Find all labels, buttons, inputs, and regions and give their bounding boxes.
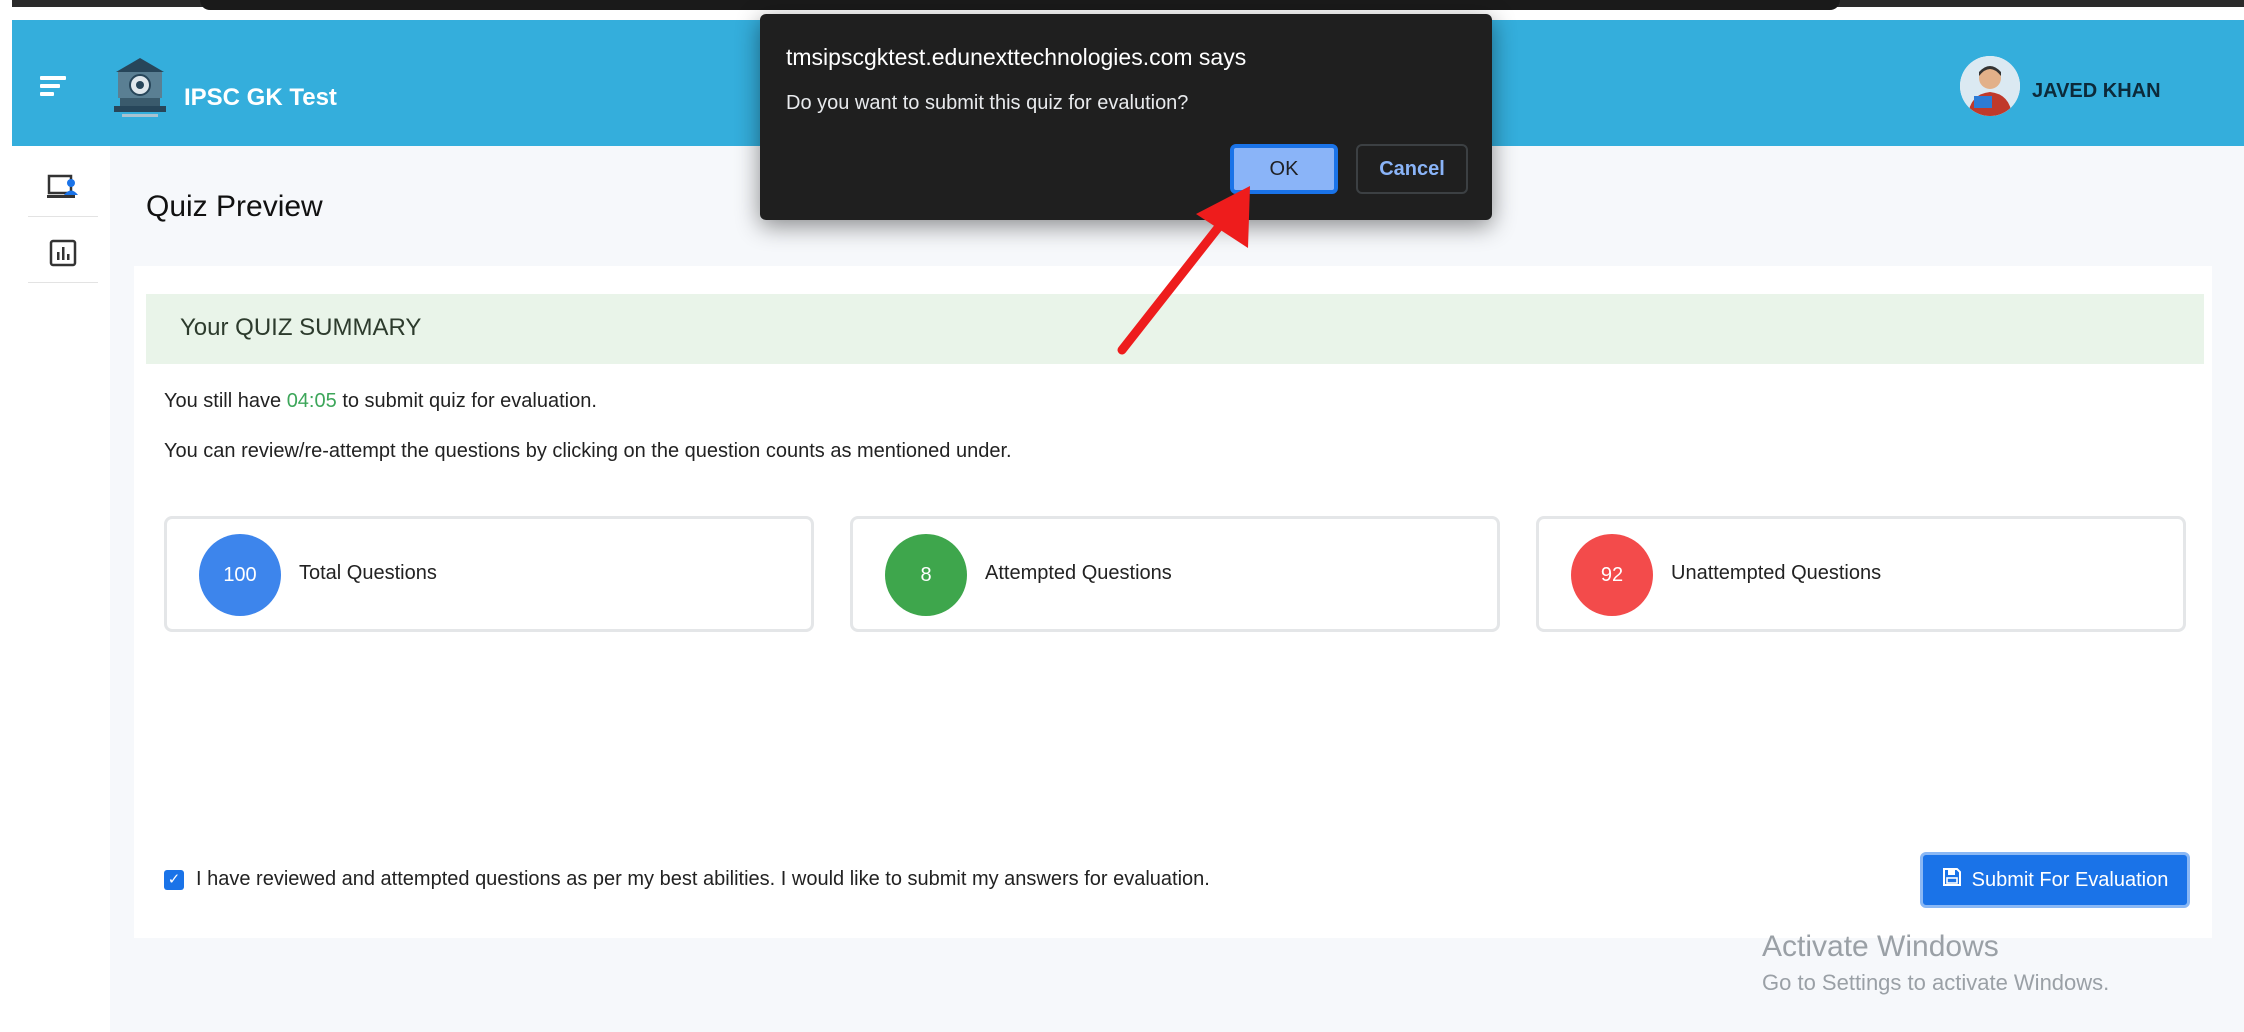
cancel-button[interactable]: Cancel	[1356, 144, 1468, 194]
time-prefix: You still have	[164, 390, 282, 412]
annotation-arrow-icon	[1100, 170, 1270, 360]
stat-count-total[interactable]: 100	[199, 534, 281, 616]
agree-checkbox[interactable]: ✓	[164, 869, 184, 890]
user-name: JAVED KHAN	[2032, 80, 2161, 102]
stat-label-attempted: Attempted Questions	[985, 562, 1172, 584]
stat-count-attempted[interactable]: 8	[885, 534, 967, 616]
page-title: Quiz Preview	[146, 190, 323, 223]
stat-count-unattempted[interactable]: 92	[1571, 534, 1653, 616]
browser-top-strip	[0, 0, 2244, 10]
review-instructions: You can review/re-attempt the questions …	[164, 440, 1012, 462]
side-rail	[12, 146, 110, 1032]
browser-address-bar-edge	[200, 0, 1840, 10]
summary-heading: Your QUIZ SUMMARY	[180, 314, 422, 341]
stat-label-total: Total Questions	[299, 562, 437, 584]
bar-chart-icon	[49, 239, 77, 272]
watermark-line1: Activate Windows	[1762, 930, 1999, 963]
stat-card-total[interactable]: 100 Total Questions	[164, 516, 814, 632]
sidebar-item-dashboard[interactable]	[28, 162, 98, 217]
submit-for-evaluation-button[interactable]: Submit For Evaluation	[1920, 852, 2190, 908]
agree-text: I have reviewed and attempted questions …	[196, 868, 1210, 890]
stat-card-attempted[interactable]: 8 Attempted Questions	[850, 516, 1500, 632]
save-icon	[1942, 867, 1962, 893]
dialog-origin: tmsipscgktest.edunexttechnologies.com sa…	[786, 44, 1247, 70]
user-avatar[interactable]	[1960, 56, 2020, 116]
hamburger-menu-icon[interactable]	[40, 76, 66, 96]
stat-label-unattempted: Unattempted Questions	[1671, 562, 1882, 584]
app-title: IPSC GK Test	[184, 84, 337, 111]
stat-card-unattempted[interactable]: 92 Unattempted Questions	[1536, 516, 2186, 632]
time-suffix: to submit quiz for evaluation.	[342, 390, 597, 412]
agree-row: ✓ I have reviewed and attempted question…	[164, 868, 1210, 891]
dialog-message: Do you want to submit this quiz for eval…	[786, 92, 1189, 114]
windows-activation-watermark: Activate Windows Go to Settings to activ…	[1762, 930, 2109, 996]
monitor-user-icon	[46, 173, 80, 206]
watermark-line2: Go to Settings to activate Windows.	[1762, 970, 2110, 995]
ipsc-logo-icon	[104, 52, 176, 122]
time-remaining-text: You still have 04:05 to submit quiz for …	[164, 390, 597, 413]
time-left: 04:05	[286, 390, 337, 412]
submit-label: Submit For Evaluation	[1971, 868, 2169, 891]
sidebar-item-reports[interactable]	[28, 228, 98, 283]
